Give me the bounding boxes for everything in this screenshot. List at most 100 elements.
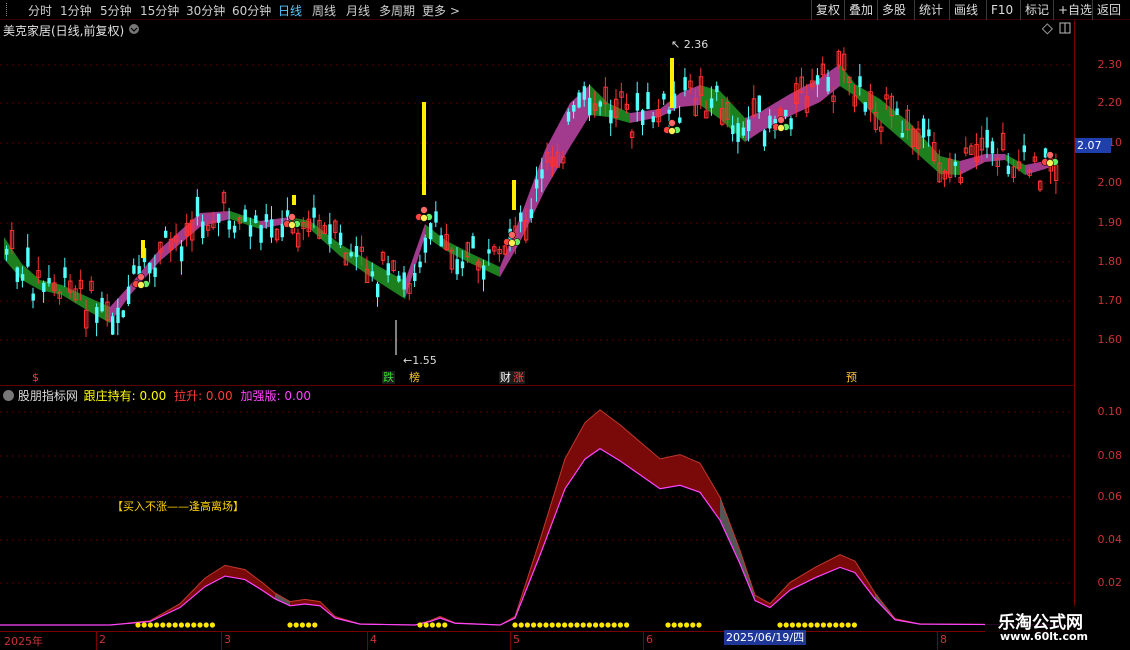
hold-dot: [827, 622, 833, 628]
candle: [354, 246, 359, 257]
hold-dot: [677, 622, 684, 628]
indicator-note: 【买入不涨——逢高离场】: [112, 500, 244, 513]
candle: [243, 209, 247, 222]
candle: [535, 179, 539, 189]
candle: [434, 211, 438, 223]
hold-dot: [429, 622, 435, 628]
candle: [900, 132, 905, 138]
candle: [386, 263, 390, 276]
hold-dot: [777, 622, 783, 628]
candle: [921, 118, 926, 138]
candle: [460, 261, 465, 269]
candle: [768, 115, 772, 129]
hold-dot: [543, 622, 549, 628]
candle: [482, 265, 486, 280]
price-tick: 1.70: [1097, 294, 1123, 307]
last-price-tag: 2.07: [1075, 138, 1111, 153]
signal-label: $: [32, 371, 39, 384]
candle: [121, 310, 125, 318]
hold-dot: [306, 622, 312, 628]
hold-dot: [436, 622, 442, 628]
indicator-tick: 0.08: [1097, 449, 1123, 462]
candle: [254, 215, 258, 224]
candle: [529, 209, 534, 219]
candle: [15, 267, 19, 282]
candle: [423, 237, 428, 253]
candle: [731, 125, 735, 135]
candle: [757, 95, 761, 113]
indicator-name: 股朋指标网: [17, 389, 78, 403]
candle: [397, 275, 401, 282]
hold-dot: [135, 622, 141, 628]
candle: [1022, 145, 1026, 153]
hold-dot: [293, 622, 299, 628]
hold-dot: [147, 622, 153, 628]
candle: [1006, 165, 1011, 175]
candle: [789, 118, 793, 130]
signal-ball: [420, 214, 428, 222]
candle: [270, 219, 274, 238]
signal-ball: [137, 273, 145, 281]
candle: [248, 225, 253, 237]
signal-label: 跌: [382, 371, 395, 384]
high-label: ↖ 2.36: [671, 38, 708, 51]
signal-ball: [288, 221, 296, 229]
indicator-field: 加强版: 0.00: [240, 389, 312, 403]
candle: [455, 259, 459, 275]
trend-band: [520, 150, 545, 242]
signal-ball: [777, 124, 785, 132]
highlight-candle: [292, 195, 296, 205]
candle: [116, 307, 120, 323]
candle: [328, 224, 332, 244]
cursor-date: 2025/06/19/四: [724, 630, 807, 645]
candle: [651, 116, 655, 123]
hold-dot: [512, 622, 518, 628]
hold-dot: [197, 622, 203, 628]
candle: [227, 220, 231, 230]
date-tick: 2: [99, 633, 106, 646]
candle: [784, 109, 788, 117]
candle: [418, 261, 422, 268]
price-tick: 1.90: [1097, 216, 1123, 229]
candle: [5, 248, 9, 255]
hold-dot: [537, 622, 543, 628]
price-tick: 2.00: [1097, 176, 1123, 189]
hold-dot: [845, 622, 851, 628]
hold-dot: [518, 622, 524, 628]
hold-dot: [796, 622, 802, 628]
indicator-dropdown-icon[interactable]: [3, 390, 14, 401]
highlight-candle: [141, 240, 145, 258]
trend-band: [880, 99, 910, 147]
hold-dot: [617, 622, 624, 628]
hold-dot: [166, 622, 172, 628]
signal-label: 榜: [409, 371, 420, 384]
indicator-field: 拉升: 0.00: [174, 389, 233, 403]
hold-dot: [599, 622, 605, 628]
hold-dot: [178, 622, 184, 628]
candle: [662, 93, 666, 100]
hold-dot: [555, 622, 562, 628]
date-tick: 6: [646, 633, 653, 646]
candle: [217, 213, 221, 223]
date-axis: 2025年 2 3 4 5 6 8: [0, 631, 1075, 650]
hold-dot: [802, 622, 808, 628]
price-axis-line: [1074, 21, 1075, 631]
indicator-tick: 0.04: [1097, 533, 1123, 546]
candle: [370, 271, 375, 277]
candle: [31, 293, 35, 301]
candle: [609, 110, 613, 124]
hold-dot: [312, 622, 318, 628]
highlight-candle: [512, 180, 516, 210]
candle: [42, 282, 46, 293]
candle: [863, 102, 867, 112]
hold-dot: [851, 622, 858, 628]
hold-dot: [684, 622, 690, 628]
signal-ball: [420, 206, 428, 214]
indicator-fill-grey: [720, 497, 755, 601]
date-tick: 8: [940, 633, 947, 646]
candle: [858, 76, 862, 88]
price-tick: 1.60: [1097, 333, 1123, 346]
indicator-tick: 0.02: [1097, 576, 1123, 589]
trend-band: [985, 154, 1005, 162]
signal-ball: [777, 116, 785, 124]
